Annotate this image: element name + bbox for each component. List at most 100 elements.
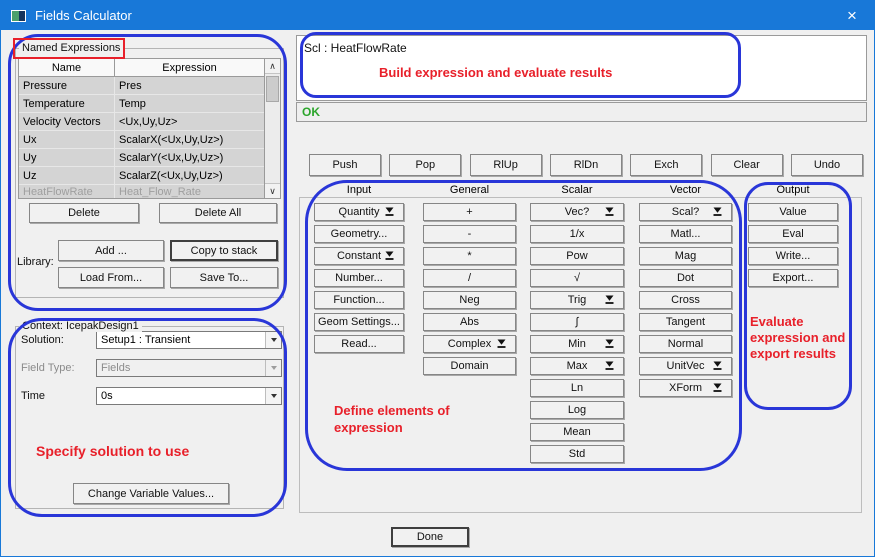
change-variable-values-button[interactable]: Change Variable Values... bbox=[73, 483, 229, 504]
calc-button[interactable]: Read... bbox=[314, 335, 404, 353]
table-row[interactable]: UyScalarY(<Ux,Uy,Uz>) bbox=[19, 149, 264, 167]
calc-button-label: Vec? bbox=[565, 206, 589, 218]
cell-expression: Pres bbox=[114, 77, 264, 94]
field-type-dropdown: Fields bbox=[96, 359, 282, 377]
delete-button[interactable]: Delete bbox=[29, 203, 139, 223]
calc-button[interactable]: Value bbox=[748, 203, 838, 221]
stack-entry: Scl : HeatFlowRate bbox=[304, 41, 407, 55]
annotation-evaluate-export: Evaluate expression and export results bbox=[750, 314, 845, 362]
table-row[interactable]: UxScalarX(<Ux,Uy,Uz>) bbox=[19, 131, 264, 149]
calc-button[interactable]: / bbox=[423, 269, 516, 287]
calc-button-label: Function... bbox=[333, 294, 384, 306]
calc-button[interactable]: Ln bbox=[530, 379, 624, 397]
table-row[interactable]: PressurePres bbox=[19, 77, 264, 95]
calc-button-label: Normal bbox=[668, 338, 703, 350]
column-title-vector: Vector bbox=[639, 184, 732, 197]
calc-button[interactable]: Write... bbox=[748, 247, 838, 265]
calc-button[interactable]: Pow bbox=[530, 247, 624, 265]
table-row[interactable]: UzScalarZ(<Ux,Uy,Uz>) bbox=[19, 167, 264, 185]
calc-button[interactable]: 1/x bbox=[530, 225, 624, 243]
library-label: Library: bbox=[17, 256, 54, 268]
calc-button[interactable]: Mag bbox=[639, 247, 732, 265]
delete-all-button[interactable]: Delete All bbox=[159, 203, 277, 223]
stack-op-button-clear[interactable]: Clear bbox=[711, 154, 783, 176]
calc-button[interactable]: Mean bbox=[530, 423, 624, 441]
calc-button[interactable]: Max bbox=[530, 357, 624, 375]
scrollbar-thumb[interactable] bbox=[266, 76, 279, 102]
calc-button-label: + bbox=[466, 206, 472, 218]
calc-button[interactable]: Complex bbox=[423, 335, 516, 353]
solution-label: Solution: bbox=[21, 334, 64, 346]
save-to-button[interactable]: Save To... bbox=[170, 267, 278, 288]
calc-button[interactable]: Number... bbox=[314, 269, 404, 287]
calc-button[interactable]: Neg bbox=[423, 291, 516, 309]
scroll-down-icon[interactable]: ∨ bbox=[265, 183, 280, 198]
titlebar: Fields Calculator × bbox=[1, 1, 874, 30]
context-group bbox=[15, 326, 284, 509]
calc-button-label: Value bbox=[779, 206, 806, 218]
calc-button-label: Quantity bbox=[339, 206, 380, 218]
calc-button[interactable]: * bbox=[423, 247, 516, 265]
calc-button[interactable]: - bbox=[423, 225, 516, 243]
done-button[interactable]: Done bbox=[391, 527, 469, 547]
stack-op-button-exch[interactable]: Exch bbox=[630, 154, 702, 176]
calc-button[interactable]: Geometry... bbox=[314, 225, 404, 243]
calc-button[interactable]: Dot bbox=[639, 269, 732, 287]
calc-button[interactable]: Geom Settings... bbox=[314, 313, 404, 331]
calc-button[interactable]: Cross bbox=[639, 291, 732, 309]
cell-expression: ScalarY(<Ux,Uy,Uz>) bbox=[114, 149, 264, 166]
stack-op-button-rlup[interactable]: RlUp bbox=[470, 154, 542, 176]
calc-button[interactable]: Vec? bbox=[530, 203, 624, 221]
copy-to-stack-button[interactable]: Copy to stack bbox=[170, 240, 278, 261]
calc-button-label: - bbox=[468, 228, 472, 240]
calc-button[interactable]: XForm bbox=[639, 379, 732, 397]
calc-button[interactable]: Abs bbox=[423, 313, 516, 331]
calc-button[interactable]: Constant bbox=[314, 247, 404, 265]
pulldown-arrow-icon bbox=[712, 208, 723, 217]
stack-op-button-push[interactable]: Push bbox=[309, 154, 381, 176]
solution-dropdown[interactable]: Setup1 : Transient bbox=[96, 331, 282, 349]
calc-button-label: Neg bbox=[459, 294, 479, 306]
calc-button[interactable]: Domain bbox=[423, 357, 516, 375]
calc-button[interactable]: Eval bbox=[748, 225, 838, 243]
calc-button[interactable]: Min bbox=[530, 335, 624, 353]
table-row[interactable]: HeatFlowRateHeat_Flow_Rate bbox=[19, 185, 264, 198]
named-expressions-table[interactable]: Name Expression PressurePresTemperatureT… bbox=[18, 58, 281, 199]
column-title-output: Output bbox=[748, 184, 838, 197]
calc-button[interactable]: + bbox=[423, 203, 516, 221]
calc-button-label: Scal? bbox=[672, 206, 700, 218]
column-title-scalar: Scalar bbox=[530, 184, 624, 197]
calc-button[interactable]: Log bbox=[530, 401, 624, 419]
calc-button[interactable]: Matl... bbox=[639, 225, 732, 243]
calc-button[interactable]: UnitVec bbox=[639, 357, 732, 375]
calc-button[interactable]: Scal? bbox=[639, 203, 732, 221]
calc-button[interactable]: Std bbox=[530, 445, 624, 463]
table-row[interactable]: TemperatureTemp bbox=[19, 95, 264, 113]
calc-button[interactable]: Normal bbox=[639, 335, 732, 353]
cell-name: Ux bbox=[19, 131, 114, 148]
scroll-up-icon[interactable]: ∧ bbox=[265, 59, 280, 74]
stack-op-button-pop[interactable]: Pop bbox=[389, 154, 461, 176]
calc-button[interactable]: ∫ bbox=[530, 313, 624, 331]
stack-op-button-rldn[interactable]: RlDn bbox=[550, 154, 622, 176]
calc-button[interactable]: Quantity bbox=[314, 203, 404, 221]
time-dropdown[interactable]: 0s bbox=[96, 387, 282, 405]
calc-button[interactable]: Trig bbox=[530, 291, 624, 309]
calc-button[interactable]: Tangent bbox=[639, 313, 732, 331]
status-bar: OK bbox=[296, 102, 867, 122]
calc-column-general: General+-*/NegAbsComplexDomain bbox=[423, 184, 516, 379]
stack-op-button-undo[interactable]: Undo bbox=[791, 154, 863, 176]
chevron-down-icon[interactable] bbox=[265, 332, 281, 348]
add-button[interactable]: Add ... bbox=[58, 240, 164, 261]
table-scrollbar[interactable]: ∧ ∨ bbox=[264, 59, 280, 198]
calc-button[interactable]: √ bbox=[530, 269, 624, 287]
calc-button-label: * bbox=[467, 250, 471, 262]
chevron-down-icon[interactable] bbox=[265, 388, 281, 404]
calc-button-label: Trig bbox=[568, 294, 587, 306]
calc-button-label: UnitVec bbox=[667, 360, 705, 372]
close-button[interactable]: × bbox=[830, 1, 874, 30]
calc-button[interactable]: Export... bbox=[748, 269, 838, 287]
table-row[interactable]: Velocity Vectors<Ux,Uy,Uz> bbox=[19, 113, 264, 131]
calc-button[interactable]: Function... bbox=[314, 291, 404, 309]
load-from-button[interactable]: Load From... bbox=[58, 267, 164, 288]
